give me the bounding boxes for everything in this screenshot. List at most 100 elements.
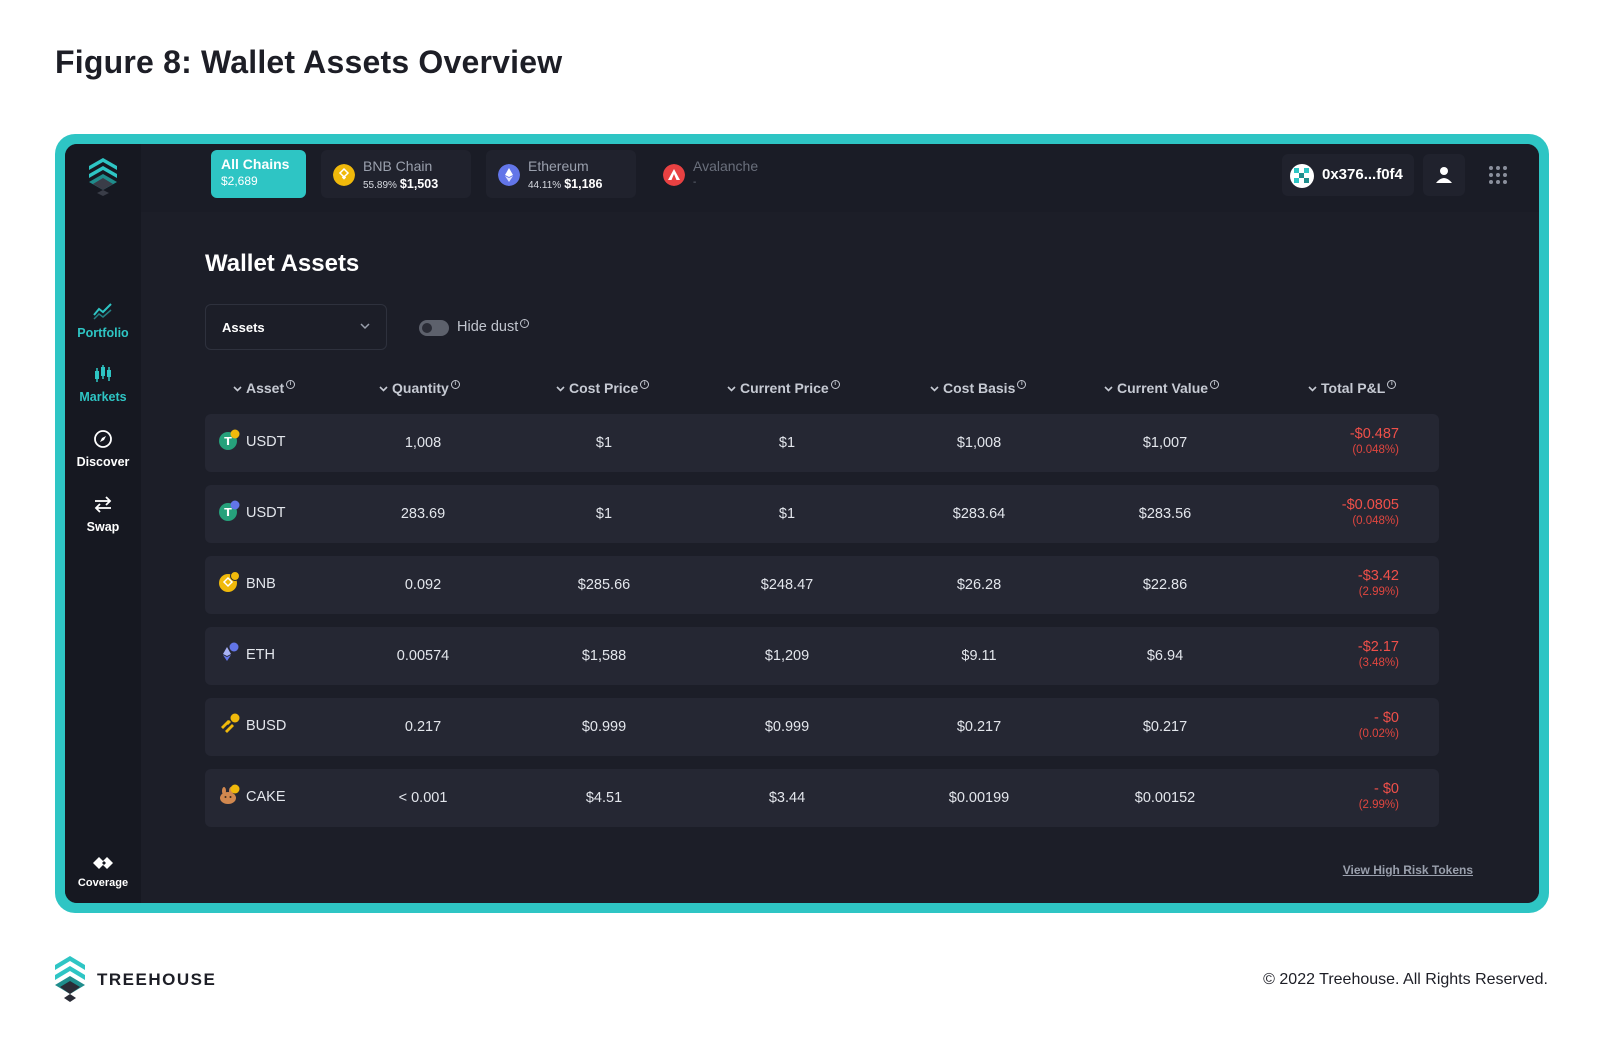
- wallet-address: 0x376...f0f4: [1322, 166, 1403, 183]
- table-row[interactable]: BUSD 0.217 $0.999 $0.999 $0.217 $0.217 -…: [205, 698, 1439, 756]
- assets-select[interactable]: Assets: [205, 304, 387, 350]
- asset-cell: CAKE: [218, 784, 286, 808]
- sidebar-item-discover[interactable]: Discover: [65, 428, 141, 469]
- sort-chevron-icon: [379, 386, 388, 392]
- pnl-cell: -$3.42 (2.99%): [1357, 568, 1399, 598]
- sidebar-item-label: Markets: [79, 390, 127, 404]
- column-header-current-value[interactable]: Current Value i: [1104, 380, 1220, 396]
- tab-bnb-chain[interactable]: BNB Chain 55.89% $1,503: [321, 150, 471, 198]
- svg-text:T: T: [224, 435, 232, 448]
- table-row[interactable]: BNB 0.092 $285.66 $248.47 $26.28 $22.86 …: [205, 556, 1439, 614]
- pnl-cell: -$2.17 (3.48%): [1357, 639, 1399, 669]
- sidebar-item-label: Discover: [76, 455, 130, 469]
- current-price-cell: $1,209: [764, 648, 810, 664]
- view-high-risk-tokens-link[interactable]: View High Risk Tokens: [1343, 863, 1473, 877]
- current-value-cell: $6.94: [1146, 648, 1184, 664]
- cost-basis-cell: $9.11: [961, 648, 997, 664]
- column-header-cost-basis[interactable]: Cost Basis i: [930, 380, 1027, 396]
- user-profile-button[interactable]: [1423, 154, 1465, 196]
- eth-icon: [223, 642, 239, 661]
- sidebar-item-coverage[interactable]: Coverage: [65, 855, 141, 889]
- cost-price-cell: $4.51: [585, 790, 623, 806]
- swap-arrows-icon: [94, 496, 112, 513]
- column-header-quantity[interactable]: Quantity i: [379, 380, 460, 396]
- sort-chevron-icon: [930, 386, 939, 392]
- info-icon: i: [640, 380, 650, 389]
- asset-cell: ETH: [218, 642, 275, 666]
- table-row[interactable]: CAKE < 0.001 $4.51 $3.44 $0.00199 $0.001…: [205, 769, 1439, 827]
- sidebar-item-label: Swap: [86, 520, 120, 534]
- quantity-cell: 0.217: [404, 719, 442, 735]
- app-frame: Portfolio Markets Discover Swap Coverage…: [55, 134, 1549, 913]
- column-header-asset[interactable]: Asset i: [233, 380, 296, 396]
- bnb-chain-icon: [333, 164, 355, 186]
- page-title: Wallet Assets: [205, 250, 360, 277]
- table-row[interactable]: ETH 0.00574 $1,588 $1,209 $9.11 $6.94 -$…: [205, 627, 1439, 685]
- chain-value: -: [693, 177, 697, 188]
- apps-grid-icon[interactable]: [1487, 164, 1509, 186]
- treehouse-footer-logo-icon: [55, 956, 85, 1002]
- column-header-total-pnl[interactable]: Total P&L i: [1308, 380, 1397, 396]
- table-row[interactable]: T USDT 283.69 $1 $1 $283.64 $283.56 -$0.…: [205, 485, 1439, 543]
- footer-brand: TREEHOUSE: [97, 970, 217, 989]
- chain-name: All Chains: [221, 156, 290, 172]
- app-window: Portfolio Markets Discover Swap Coverage…: [65, 144, 1539, 903]
- chain-percent: 55.89%: [363, 180, 397, 191]
- figure-title: Figure 8: Wallet Assets Overview: [55, 44, 563, 80]
- chevron-down-icon: [360, 323, 370, 330]
- sort-chevron-icon: [727, 386, 736, 392]
- cost-basis-cell: $0.00199: [948, 790, 1010, 806]
- candlestick-icon: [95, 365, 111, 382]
- wallet-address-button[interactable]: 0x376...f0f4: [1282, 154, 1414, 196]
- cost-price-cell: $1: [595, 506, 613, 522]
- ethereum-icon: [498, 164, 520, 186]
- cost-price-cell: $1,588: [581, 648, 627, 664]
- sidebar-item-label: Coverage: [77, 877, 129, 889]
- current-value-cell: $0.00152: [1134, 790, 1196, 806]
- hide-dust-toggle[interactable]: [419, 320, 449, 336]
- asset-cell: T USDT: [218, 500, 285, 524]
- info-icon: i: [1387, 380, 1397, 389]
- tab-all-chains[interactable]: All Chains $2,689: [211, 150, 306, 198]
- tab-ethereum[interactable]: Ethereum 44.11% $1,186: [486, 150, 636, 198]
- current-price-cell: $248.47: [760, 577, 814, 593]
- current-value-cell: $1,007: [1142, 435, 1188, 451]
- wallet-avatar-icon: [1290, 164, 1314, 188]
- treehouse-logo-icon[interactable]: [87, 158, 119, 196]
- info-icon: i: [450, 380, 460, 389]
- top-bar: All Chains $2,689 BNB Chain 55.89% $1,503: [141, 144, 1539, 212]
- current-price-cell: $0.999: [764, 719, 810, 735]
- quantity-cell: < 0.001: [398, 790, 448, 806]
- cost-basis-cell: $1,008: [956, 435, 1002, 451]
- sidebar-item-markets[interactable]: Markets: [65, 363, 141, 404]
- coverage-icon: [93, 857, 113, 869]
- usdt-bnb-icon: T: [219, 429, 240, 450]
- info-icon: i: [830, 380, 840, 389]
- tab-avalanche[interactable]: Avalanche -: [651, 150, 801, 198]
- pnl-cell: -$0.0805 (0.048%): [1341, 497, 1399, 527]
- chain-value: $1,503: [399, 177, 439, 191]
- asset-cell: BUSD: [218, 713, 286, 737]
- bnb-icon: [219, 571, 240, 592]
- quantity-cell: 0.00574: [396, 648, 450, 664]
- sidebar-item-label: Portfolio: [77, 326, 129, 340]
- sort-chevron-icon: [556, 386, 565, 392]
- chain-value: $1,186: [564, 177, 603, 191]
- asset-cell: T USDT: [218, 429, 285, 453]
- main-content: Wallet Assets Assets Hide dust i Asset i Q…: [141, 212, 1539, 903]
- chain-name: Ethereum: [528, 158, 589, 174]
- cost-price-cell: $285.66: [577, 577, 631, 593]
- pnl-cell: - $0 (2.99%): [1358, 781, 1399, 811]
- chain-value: $2,689: [221, 174, 258, 188]
- current-price-cell: $1: [778, 435, 796, 451]
- pnl-cell: - $0 (0.02%): [1358, 710, 1399, 740]
- table-row[interactable]: T USDT 1,008 $1 $1 $1,008 $1,007 -$0.487…: [205, 414, 1439, 472]
- column-header-cost-price[interactable]: Cost Price i: [556, 380, 650, 396]
- info-icon: i: [1210, 380, 1220, 389]
- sidebar-item-swap[interactable]: Swap: [65, 493, 141, 534]
- column-header-current-price[interactable]: Current Price i: [727, 380, 840, 396]
- usdt-eth-icon: T: [219, 500, 240, 521]
- sidebar-item-portfolio[interactable]: Portfolio: [65, 299, 141, 340]
- cost-basis-cell: $283.64: [952, 506, 1006, 522]
- busd-icon: [221, 713, 240, 733]
